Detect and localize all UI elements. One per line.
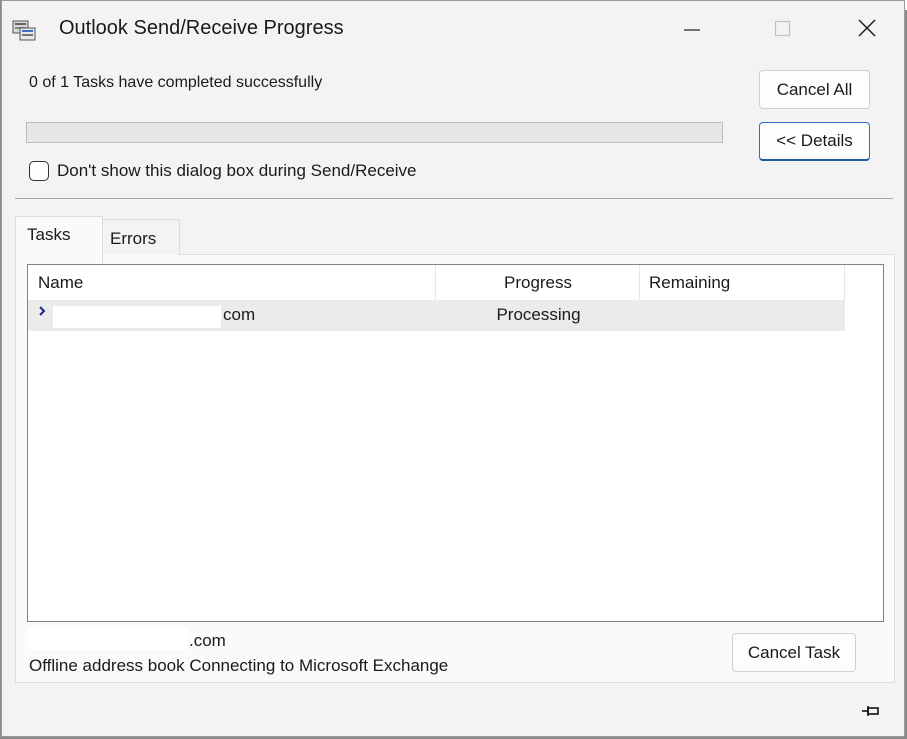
- maximize-button: [747, 6, 817, 54]
- cancel-all-button[interactable]: Cancel All: [759, 70, 870, 109]
- column-header-progress[interactable]: Progress: [437, 265, 640, 300]
- dont-show-dialog-checkbox[interactable]: [29, 161, 49, 181]
- current-task-status: Offline address book Connecting to Micro…: [29, 656, 449, 675]
- send-receive-app-icon: [12, 18, 36, 42]
- task-list[interactable]: Name Progress Remaining com Processing: [27, 264, 884, 622]
- task-name: com: [223, 305, 256, 324]
- current-account-text: .com: [189, 631, 226, 650]
- dont-show-dialog-option[interactable]: Don't show this dialog box during Send/R…: [29, 159, 417, 183]
- sync-arrow-icon: [38, 304, 50, 316]
- dont-show-dialog-label[interactable]: Don't show this dialog box during Send/R…: [57, 161, 417, 181]
- title-bar[interactable]: Outlook Send/Receive Progress: [2, 1, 904, 57]
- close-icon: [857, 18, 877, 43]
- task-progress: Processing: [496, 305, 581, 324]
- redacted-account-footer: [28, 628, 188, 650]
- maximize-icon: [772, 18, 792, 43]
- pin-icon[interactable]: [861, 704, 881, 718]
- minimize-button[interactable]: [657, 6, 727, 54]
- redacted-account-name: [53, 306, 221, 328]
- task-row[interactable]: com Processing: [28, 300, 845, 331]
- window-title: Outlook Send/Receive Progress: [59, 17, 344, 39]
- close-button[interactable]: [832, 6, 902, 54]
- column-header-name[interactable]: Name: [28, 265, 436, 300]
- details-toggle-button[interactable]: << Details: [759, 122, 870, 161]
- send-receive-dialog: Outlook Send/Receive Progress 0 of 1 Tas…: [1, 0, 905, 737]
- tab-errors[interactable]: Errors: [102, 219, 180, 255]
- completion-status-text: 0 of 1 Tasks have completed successfully: [29, 74, 323, 91]
- overall-progress-bar: [26, 122, 723, 143]
- cancel-task-button[interactable]: Cancel Task: [732, 633, 856, 672]
- divider: [15, 198, 893, 199]
- column-header-remaining[interactable]: Remaining: [640, 265, 845, 300]
- tab-tasks[interactable]: Tasks: [15, 216, 103, 265]
- minimize-icon: [682, 18, 702, 43]
